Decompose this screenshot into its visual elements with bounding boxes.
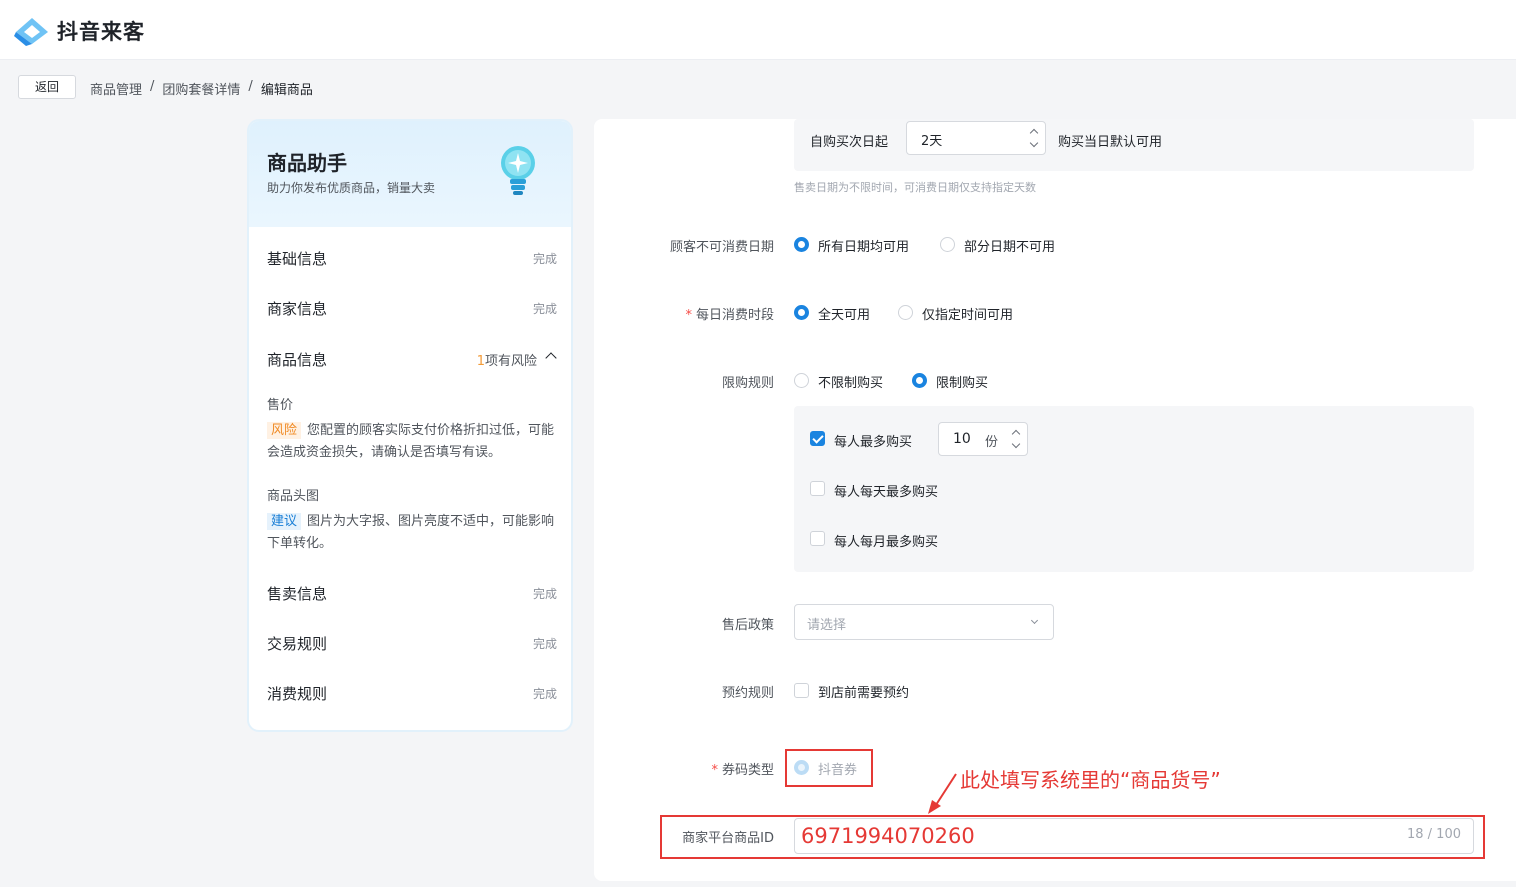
checkbox-per-day-label[interactable]: 每人每天最多购买 [834, 481, 938, 500]
validity-hint: 售卖日期为不限时间，可消费日期仅支持指定天数 [794, 181, 1036, 194]
code-type-label-text: 券码类型 [721, 763, 774, 778]
radio-limit-label[interactable]: 限制购买 [936, 372, 988, 391]
step-label: 交易规则 [267, 635, 328, 653]
issue-text: 图片为大字报、图片亮度不适中，可能影响下单转化。 [267, 514, 555, 551]
suggestion-tag: 建议 [267, 513, 302, 530]
step-basic-info[interactable]: 基础信息 完成 [267, 248, 557, 270]
radio-douyin-coupon [794, 760, 809, 775]
radio-specified-time[interactable] [898, 305, 913, 320]
merchant-id-counter: 18 / 100 [1407, 827, 1461, 842]
step-status: 完成 [532, 687, 557, 701]
unavailable-dates-label: 顾客不可消费日期 [669, 240, 774, 255]
douyin-laike-logo-icon [14, 18, 48, 46]
merchant-id-value: 6971994070260 [801, 824, 975, 848]
issue-title-price: 售价 [267, 398, 294, 413]
step-label: 基础信息 [267, 250, 328, 268]
daily-period-label-text: 每日消费时段 [695, 308, 774, 323]
validity-prefix: 自购买次日起 [810, 135, 889, 150]
reservation-label: 预约规则 [721, 686, 774, 701]
checkbox-reservation[interactable] [794, 683, 809, 698]
step-status: 完成 [532, 302, 557, 316]
checkbox-per-person[interactable] [810, 431, 825, 446]
per-person-quantity-value: 10 [953, 431, 971, 447]
chevron-up-icon[interactable] [545, 352, 557, 364]
step-status: 完成 [532, 637, 557, 651]
breadcrumb-package-detail[interactable]: 团购套餐详情 [162, 79, 240, 98]
merchant-id-label: 商家平台商品ID [682, 831, 774, 846]
step-product-info[interactable]: 商品信息 1项有风险 [267, 349, 557, 371]
step-label: 商品信息 [267, 351, 328, 369]
breadcrumb-separator: / [150, 79, 155, 94]
chevron-down-icon[interactable] [1030, 616, 1039, 625]
radio-all-day-label[interactable]: 全天可用 [818, 304, 870, 323]
issue-note-cover-image: 建议 图片为大字报、图片亮度不适中，可能影响下单转化。 [267, 511, 557, 555]
step-label: 消费规则 [267, 685, 328, 703]
checkbox-per-month[interactable] [810, 531, 825, 546]
after-sale-select[interactable]: 请选择 [794, 604, 1054, 640]
radio-specified-time-label[interactable]: 仅指定时间可用 [922, 304, 1013, 323]
risk-count: 1 [476, 354, 485, 369]
breadcrumb: 商品管理 / 团购套餐详情 / 编辑商品 [90, 79, 313, 98]
issue-title-cover-image: 商品头图 [267, 489, 320, 504]
assistant-subtitle: 助力你发布优质商品，销量大卖 [267, 181, 436, 195]
step-label: 商家信息 [267, 300, 328, 318]
stepper-arrows-icon[interactable] [1029, 127, 1039, 151]
merchant-id-input[interactable]: 6971994070260 18 / 100 [794, 818, 1474, 854]
after-sale-label: 售后政策 [721, 618, 774, 633]
step-trade-rules[interactable]: 交易规则 完成 [267, 633, 557, 655]
risk-text: 项有风险 [484, 354, 537, 369]
radio-no-limit-label[interactable]: 不限制购买 [818, 372, 883, 391]
step-status: 完成 [532, 252, 557, 266]
issue-text: 您配置的顾客实际支付价格折扣过低，可能会造成资金损失，请确认是否填写有误。 [267, 423, 555, 460]
breadcrumb-edit-product: 编辑商品 [260, 83, 313, 98]
step-sale-info[interactable]: 售卖信息 完成 [267, 583, 557, 605]
app-name: 抖音来客 [57, 20, 145, 44]
radio-all-day[interactable] [794, 305, 809, 320]
annotation-text: 此处填写系统里的“商品货号” [960, 768, 1221, 792]
product-assistant-panel: 商品助手 助力你发布优质商品，销量大卖 基础信息 完成 商家信息 完成 商品信息… [247, 119, 573, 732]
issue-note-price: 风险 您配置的顾客实际支付价格折扣过低，可能会造成资金损失，请确认是否填写有误。 [267, 420, 557, 464]
radio-partial-dates-label[interactable]: 部分日期不可用 [964, 236, 1055, 255]
checkbox-reservation-label[interactable]: 到店前需要预约 [818, 682, 909, 701]
daily-period-label: * 每日消费时段 [685, 308, 774, 323]
radio-no-limit[interactable] [794, 373, 809, 388]
lightbulb-icon [501, 146, 535, 195]
after-sale-placeholder: 请选择 [807, 618, 847, 633]
risk-summary: 1项有风险 [477, 350, 537, 369]
breadcrumb-separator: / [248, 79, 253, 94]
assistant-header: 商品助手 助力你发布优质商品，销量大卖 [249, 121, 571, 227]
validity-days-value: 2天 [921, 134, 943, 149]
top-bar: 抖音来客 [0, 0, 1516, 60]
annotation-arrow-icon [928, 773, 957, 814]
validity-days-stepper[interactable]: 2天 [906, 121, 1046, 155]
step-consume-rules[interactable]: 消费规则 完成 [267, 683, 557, 705]
validity-suffix: 购买当日默认可用 [1058, 135, 1163, 150]
assistant-title: 商品助手 [267, 151, 347, 175]
radio-partial-dates[interactable] [940, 237, 955, 252]
breadcrumb-product-management[interactable]: 商品管理 [90, 79, 142, 98]
code-type-label: * 券码类型 [711, 763, 774, 778]
per-person-quantity-stepper[interactable]: 10 份 [938, 422, 1028, 456]
checkbox-per-day[interactable] [810, 481, 825, 496]
stepper-arrows-icon[interactable] [1011, 428, 1021, 452]
per-person-quantity-unit: 份 [985, 435, 999, 450]
purchase-limit-label: 限购规则 [721, 376, 774, 391]
back-button[interactable]: 返回 [18, 75, 76, 99]
step-merchant-info[interactable]: 商家信息 完成 [267, 298, 557, 320]
risk-tag: 风险 [267, 422, 302, 439]
radio-all-dates-label[interactable]: 所有日期均可用 [818, 236, 909, 255]
radio-all-dates[interactable] [794, 237, 809, 252]
step-status: 完成 [532, 587, 557, 601]
checkbox-per-person-label[interactable]: 每人最多购买 [834, 431, 912, 450]
radio-limit[interactable] [912, 373, 927, 388]
step-label: 售卖信息 [267, 585, 328, 603]
checkbox-per-month-label[interactable]: 每人每月最多购买 [834, 531, 938, 550]
radio-douyin-coupon-label: 抖音券 [818, 763, 858, 778]
